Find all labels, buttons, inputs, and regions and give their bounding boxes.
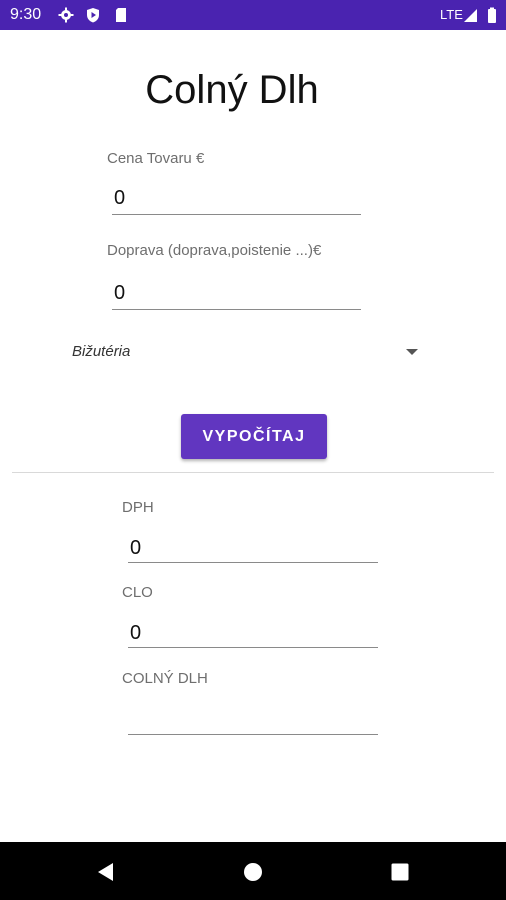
status-bar: 9:30 LTE bbox=[0, 0, 506, 30]
dropdown-arrow-icon bbox=[406, 349, 418, 355]
divider bbox=[12, 472, 494, 473]
duty-label: CLO bbox=[122, 584, 153, 601]
transport-label: Doprava (doprava,poistenie ...)€ bbox=[107, 242, 322, 259]
customs-debt-label: COLNÝ DLH bbox=[122, 670, 208, 687]
customs-debt-value bbox=[128, 705, 378, 735]
page-title: Colný Dlh bbox=[145, 68, 319, 112]
network-type: LTE bbox=[440, 7, 463, 22]
signal-icon bbox=[464, 9, 477, 22]
shield-play-icon bbox=[87, 8, 99, 23]
transport-input[interactable] bbox=[112, 278, 361, 310]
recents-icon[interactable] bbox=[390, 862, 410, 882]
price-input[interactable] bbox=[112, 183, 361, 215]
price-label: Cena Tovaru € bbox=[107, 150, 205, 167]
category-selected-value: Bižutéria bbox=[72, 343, 131, 360]
status-time: 9:30 bbox=[10, 6, 42, 23]
navigation-bar bbox=[0, 842, 506, 900]
back-icon[interactable] bbox=[96, 862, 116, 882]
home-icon[interactable] bbox=[243, 862, 263, 882]
calculate-button[interactable]: VYPOČÍTAJ bbox=[181, 414, 327, 459]
battery-icon bbox=[488, 7, 496, 23]
duty-value: 0 bbox=[128, 618, 378, 648]
vat-label: DPH bbox=[122, 499, 154, 516]
sd-card-icon bbox=[116, 8, 126, 22]
category-dropdown[interactable]: Bižutéria bbox=[72, 340, 424, 366]
vat-value: 0 bbox=[128, 533, 378, 563]
settings-gear-icon bbox=[58, 7, 74, 23]
